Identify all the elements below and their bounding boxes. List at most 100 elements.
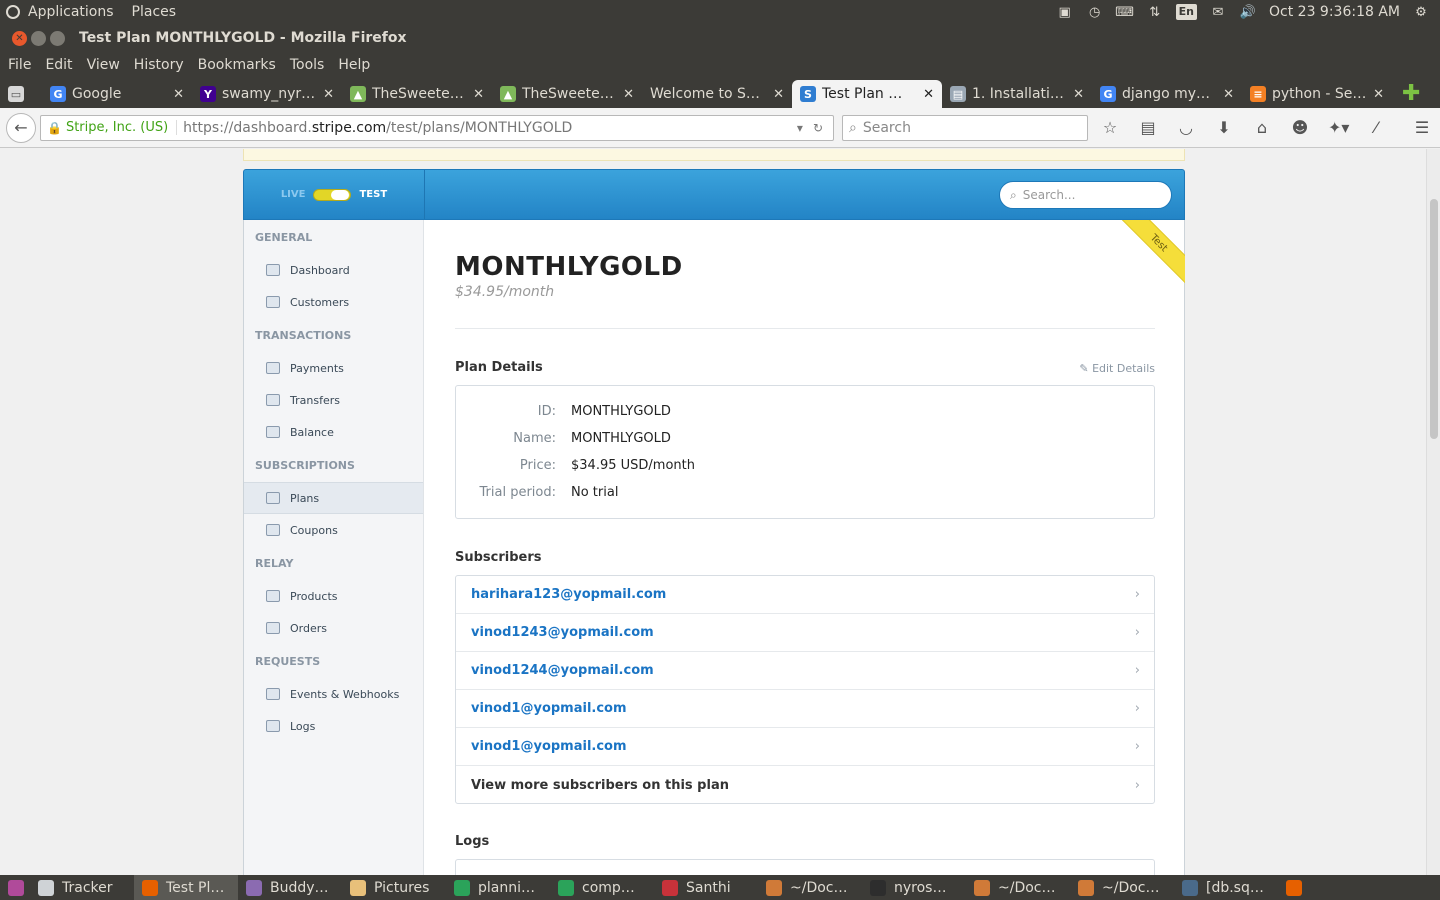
mode-toggle[interactable]	[313, 188, 352, 201]
taskbar-item[interactable]: ~/Doc…	[1070, 875, 1174, 900]
applications-menu[interactable]: Applications	[28, 4, 114, 20]
search-bar[interactable]: ⌕ Search	[842, 114, 1088, 141]
chat-icon[interactable]: ☻	[1290, 118, 1310, 137]
minimize-window-button[interactable]	[31, 30, 46, 46]
clock[interactable]: Oct 23 9:36:18 AM	[1269, 4, 1400, 20]
pocket-icon[interactable]: ◡	[1176, 118, 1196, 137]
sidebar-item-orders[interactable]: Orders	[244, 612, 423, 644]
taskbar-item[interactable]: [db.sq…	[1174, 875, 1278, 900]
keyboard-icon[interactable]: ⌨	[1115, 4, 1134, 20]
hamburger-menu-icon[interactable]: ☰	[1412, 118, 1432, 137]
bookmark-star-icon[interactable]: ☆	[1100, 118, 1120, 137]
scrollbar-thumb[interactable]	[1430, 199, 1438, 439]
addon-icon[interactable]: ✦▾	[1328, 118, 1349, 137]
sidebar-item-balance[interactable]: Balance	[244, 416, 423, 448]
sidebar-item-customers[interactable]: Customers	[244, 286, 423, 318]
close-tab-icon[interactable]: ✕	[173, 87, 184, 102]
view-more-subscribers-link[interactable]: View more subscribers on this plan ›	[456, 766, 1154, 804]
sidebar-item-payments[interactable]: Payments	[244, 352, 423, 384]
reading-list-icon[interactable]: ▤	[1138, 118, 1158, 137]
subscriber-email[interactable]: vinod1@yopmail.com	[471, 701, 627, 716]
live-mode-label[interactable]: LIVE	[281, 189, 306, 200]
sidebar-item-transfers[interactable]: Transfers	[244, 384, 423, 416]
menu-tools[interactable]: Tools	[290, 57, 325, 73]
taskbar-item[interactable]: ~/Doc…	[966, 875, 1070, 900]
close-tab-icon[interactable]: ✕	[623, 87, 634, 102]
subscriber-row[interactable]: vinod1@yopmail.com ›	[456, 690, 1154, 728]
close-tab-icon[interactable]: ✕	[1073, 87, 1084, 102]
close-tab-icon[interactable]: ✕	[923, 87, 934, 102]
subscriber-row[interactable]: vinod1243@yopmail.com ›	[456, 614, 1154, 652]
taskbar-item[interactable]: Tracker	[30, 875, 134, 900]
clock-app-icon[interactable]: ◷	[1086, 4, 1104, 20]
subscriber-row[interactable]: harihara123@yopmail.com ›	[456, 576, 1154, 614]
mail-icon[interactable]: ✉	[1209, 4, 1227, 20]
tab-0[interactable]: G Google ✕	[42, 80, 192, 108]
subscriber-row[interactable]: vinod1244@yopmail.com ›	[456, 652, 1154, 690]
close-tab-icon[interactable]: ✕	[1373, 87, 1384, 102]
mode-switch[interactable]: LIVE TEST	[244, 170, 425, 219]
taskbar-item[interactable]	[1278, 875, 1312, 900]
show-desktop-button[interactable]	[0, 875, 30, 900]
menu-file[interactable]: File	[8, 57, 31, 73]
chevron-down-icon[interactable]: ▾	[797, 121, 803, 135]
gear-icon[interactable]: ⚙	[1412, 4, 1430, 20]
taskbar-item[interactable]: comp…	[550, 875, 654, 900]
dropper-icon[interactable]: ⁄	[1366, 118, 1386, 137]
back-button[interactable]: ←	[6, 112, 36, 143]
sidebar-item-plans[interactable]: Plans	[244, 482, 423, 514]
url-bar[interactable]: 🔒 Stripe, Inc. (US) https://dashboard.st…	[40, 114, 834, 141]
menu-view[interactable]: View	[87, 57, 120, 73]
test-mode-label[interactable]: TEST	[359, 189, 387, 200]
subscriber-email[interactable]: vinod1243@yopmail.com	[471, 625, 654, 640]
taskbar-item[interactable]: planni…	[446, 875, 550, 900]
close-tab-icon[interactable]: ✕	[323, 87, 334, 102]
reload-icon[interactable]: ↻	[813, 121, 823, 135]
tab-1[interactable]: Yswamy_nyr… ✕	[192, 80, 342, 108]
tab-7[interactable]: Gdjango my… ✕	[1092, 80, 1242, 108]
tab-2[interactable]: ▲ TheSweete… ✕	[342, 80, 492, 108]
url-text[interactable]: https://dashboard.stripe.com/test/plans/…	[183, 120, 797, 136]
tab-5[interactable]: S Test Plan … ✕	[792, 80, 942, 108]
subscriber-row[interactable]: vinod1@yopmail.com ›	[456, 728, 1154, 766]
download-icon[interactable]: ⬇	[1214, 118, 1234, 137]
close-window-button[interactable]: ✕	[12, 30, 27, 46]
maximize-window-button[interactable]	[50, 30, 65, 46]
sidebar-item-coupons[interactable]: Coupons	[244, 514, 423, 546]
menu-edit[interactable]: Edit	[45, 57, 72, 73]
tab-3[interactable]: ▲ TheSweete… ✕	[492, 80, 642, 108]
taskbar-item[interactable]: Test Pl…	[134, 875, 238, 900]
menu-history[interactable]: History	[134, 57, 184, 73]
tab-4[interactable]: Welcome to S… ✕	[642, 80, 792, 108]
sidebar-item-events-webhooks[interactable]: Events & Webhooks	[244, 678, 423, 710]
taskbar-item[interactable]: Santhi	[654, 875, 758, 900]
menu-bookmarks[interactable]: Bookmarks	[198, 57, 276, 73]
tab-groups-button[interactable]: ▭	[0, 80, 42, 108]
new-tab-button[interactable]: ✚	[1402, 80, 1420, 108]
places-menu[interactable]: Places	[132, 4, 177, 20]
site-identity[interactable]: Stripe, Inc. (US)	[66, 120, 178, 135]
menu-help[interactable]: Help	[338, 57, 370, 73]
home-icon[interactable]: ⌂	[1252, 118, 1272, 137]
sidebar-item-products[interactable]: Products	[244, 580, 423, 612]
close-tab-icon[interactable]: ✕	[773, 87, 784, 102]
network-icon[interactable]: ⇅	[1146, 4, 1164, 20]
subscriber-email[interactable]: harihara123@yopmail.com	[471, 587, 666, 602]
tab-8[interactable]: ≡ python - Se… ✕	[1242, 80, 1392, 108]
close-tab-icon[interactable]: ✕	[1223, 87, 1234, 102]
taskbar-item[interactable]: Pictures	[342, 875, 446, 900]
dashboard-search-input[interactable]: ⌕ Search...	[999, 181, 1172, 209]
ubuntu-logo-icon[interactable]	[6, 5, 20, 19]
sidebar-item-logs[interactable]: Logs	[244, 710, 423, 742]
sidebar-item-dashboard[interactable]: Dashboard	[244, 254, 423, 286]
subscriber-email[interactable]: vinod1@yopmail.com	[471, 739, 627, 754]
taskbar-item[interactable]: nyros…	[862, 875, 966, 900]
close-tab-icon[interactable]: ✕	[473, 87, 484, 102]
edit-details-link[interactable]: ✎ Edit Details	[1079, 362, 1155, 375]
subscriber-email[interactable]: vinod1244@yopmail.com	[471, 663, 654, 678]
volume-icon[interactable]: 🔊	[1239, 4, 1257, 20]
taskbar-item[interactable]: ~/Doc…	[758, 875, 862, 900]
page-scrollbar[interactable]	[1426, 149, 1440, 875]
tab-6[interactable]: ▤ 1. Installati… ✕	[942, 80, 1092, 108]
keyboard-layout-indicator[interactable]: En	[1175, 4, 1197, 20]
